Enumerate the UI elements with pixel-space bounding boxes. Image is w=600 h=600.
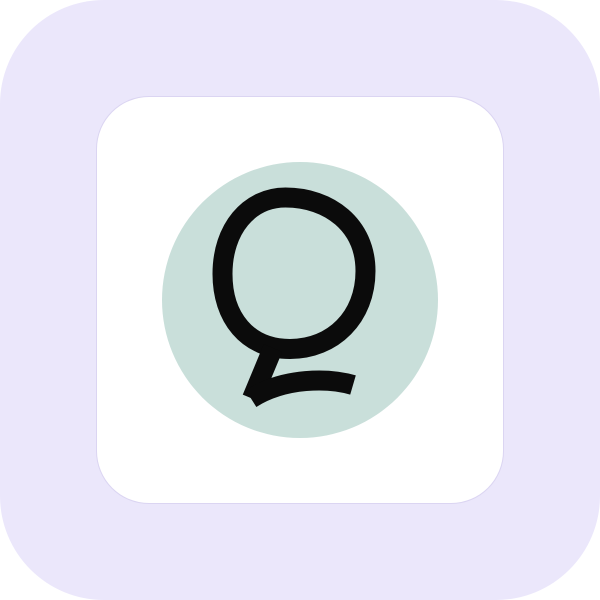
q-logo-icon [162, 162, 438, 438]
app-icon-card[interactable] [97, 97, 503, 503]
app-icon-background [0, 0, 600, 600]
